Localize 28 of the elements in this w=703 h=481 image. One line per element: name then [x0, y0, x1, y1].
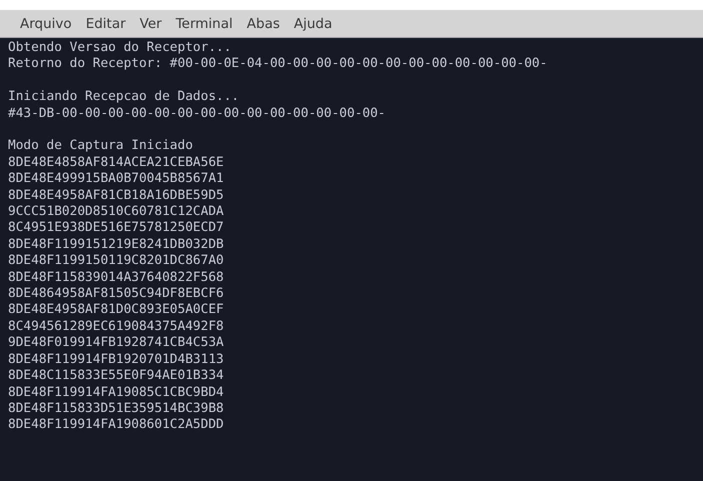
terminal-line: Modo de Captura Iniciado — [8, 138, 193, 155]
terminal-line: 8C4951E938DE516E75781250ECD7 — [8, 220, 224, 237]
menu-item[interactable]: Arquivo — [13, 16, 79, 32]
terminal-line: 8DE48E4858AF814ACEA21CEBA56E — [8, 154, 224, 172]
menu-item[interactable]: Abas — [240, 16, 287, 32]
terminal-line: #43-DB-00-00-00-00-00-00-00-00-00-00-00-00-00-00- — [8, 106, 386, 122]
terminal-line: 8DE48F119914FA1908601C2A5DDD — [8, 417, 224, 434]
terminal-line: 8DE48F1199150119C8201DC867A0 — [8, 253, 224, 270]
menu-item[interactable]: Terminal — [168, 16, 240, 32]
terminal-line: 9CCC51B020D8510C60781C12CADA — [8, 204, 224, 220]
terminal-line: 8DE48F119914FB1920701D4B3113 — [8, 352, 224, 368]
terminal-line: 8DE48C115833E55E0F94AE01B334 — [8, 368, 224, 384]
terminal-line: Obtendo Versao do Receptor... — [8, 40, 232, 56]
terminal-line: 8DE4864958AF81505C94DF8EBCF6 — [8, 286, 224, 302]
terminal-line: 8DE48E4958AF81D0C893E05A0CEF — [8, 302, 224, 319]
terminal-line: 8DE48F115833D51E359514BC39B8 — [8, 400, 224, 418]
terminal-line: 8DE48F119914FA19085C1CBC9BD4 — [8, 384, 224, 401]
terminal-line: 8C494561289EC619084375A492F8 — [8, 318, 224, 336]
terminal-line: 8DE48F1199151219E8241DB032DB — [8, 236, 224, 254]
terminal-line: Iniciando Recepcao de Dados... — [8, 89, 240, 106]
terminal-line: Retorno do Receptor: #00-00-0E-04-00-00-00-00-00-00-00-00-00-00-00-00- — [8, 56, 548, 73]
menu-item[interactable]: Ver — [132, 16, 169, 32]
menu-item[interactable]: Editar — [78, 16, 133, 32]
terminal-line: 8DE48E4958AF81CB18A16DBE59D5 — [8, 188, 224, 204]
terminal-line: 9DE48F019914FB1928741CB4C53A — [8, 335, 224, 352]
terminal-line: 8DE48E499915BA0B70045B8567A1 — [8, 171, 224, 188]
terminal-line: 8DE48F115839014A37640822F568 — [8, 270, 224, 286]
menu-item[interactable]: Ajuda — [286, 16, 340, 32]
